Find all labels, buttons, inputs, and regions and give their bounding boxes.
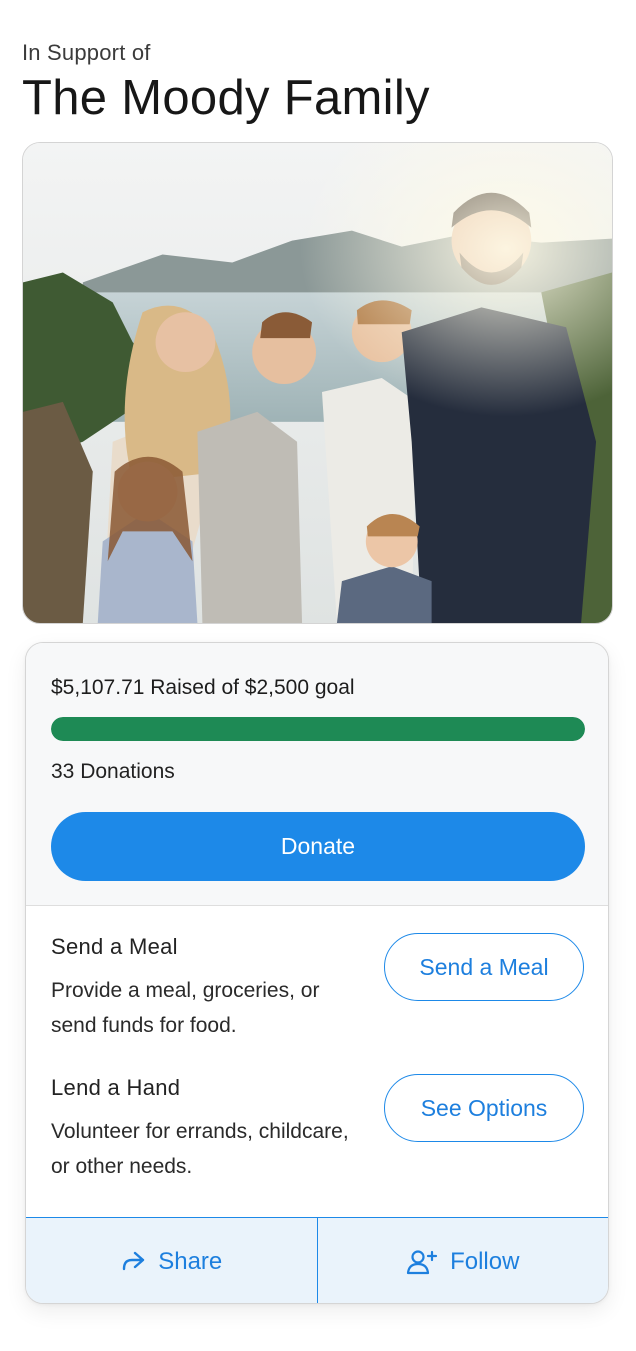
donate-button[interactable]: Donate <box>51 812 585 881</box>
lend-hand-section: Lend a Hand Volunteer for errands, child… <box>26 1046 608 1217</box>
page-subtitle: In Support of <box>22 40 151 65</box>
donation-count: 33 Donations <box>51 760 175 783</box>
action-bar: Share Follow <box>26 1217 609 1303</box>
page-title: The Moody Family <box>22 71 430 125</box>
send-meal-section: Send a Meal Provide a meal, groceries, o… <box>26 906 608 1046</box>
family-photo-illustration <box>23 143 612 623</box>
page-header: In Support of The Moody Family <box>22 40 614 128</box>
person-add-icon <box>406 1249 438 1275</box>
follow-label: Follow <box>450 1247 520 1275</box>
progress-bar <box>51 717 585 741</box>
share-arrow-icon <box>120 1251 146 1273</box>
lend-hand-title: Lend a Hand <box>51 1075 181 1100</box>
progress-section: $5,107.71 Raised of $2,500 goal 33 Donat… <box>26 643 608 906</box>
fundraiser-card: $5,107.71 Raised of $2,500 goal 33 Donat… <box>25 642 609 1304</box>
follow-button[interactable]: Follow <box>316 1218 609 1303</box>
share-label: Share <box>158 1247 223 1275</box>
send-meal-button[interactable]: Send a Meal <box>384 933 584 1001</box>
amount-raised: $5,107.71 Raised of $2,500 goal <box>51 676 355 699</box>
family-photo <box>22 142 613 624</box>
lend-hand-description: Volunteer for errands, childcare, or oth… <box>51 1120 349 1178</box>
progress-bar-fill <box>51 717 585 741</box>
send-meal-description: Provide a meal, groceries, or send funds… <box>51 979 320 1037</box>
send-meal-title: Send a Meal <box>51 934 178 959</box>
share-button[interactable]: Share <box>26 1218 317 1303</box>
see-options-button[interactable]: See Options <box>384 1074 584 1142</box>
